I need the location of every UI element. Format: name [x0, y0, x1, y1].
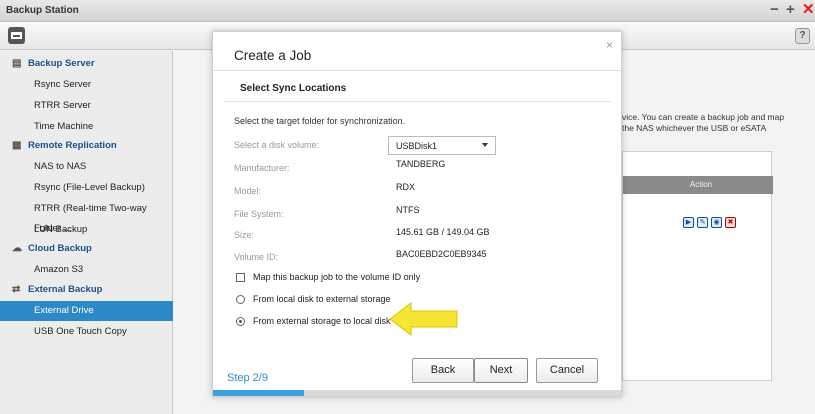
step-title: Select Sync Locations — [240, 83, 347, 94]
map-volume-id-checkbox[interactable] — [236, 273, 245, 282]
step-description: Select the target folder for synchroniza… — [234, 116, 406, 126]
filesystem-value: NTFS — [396, 205, 420, 215]
manufacturer-value: TANDBERG — [396, 159, 446, 169]
radio-external-to-local-label[interactable]: From external storage to local disk — [253, 316, 391, 326]
volume-id-value: BAC0EBD2C0EB9345 — [396, 249, 487, 259]
wizard-progress-fill — [213, 390, 304, 396]
divider — [213, 70, 621, 71]
close-icon[interactable]: × — [606, 38, 613, 52]
radio-local-to-external[interactable] — [236, 295, 245, 304]
window-title: Backup Station — [6, 5, 79, 16]
view-icon[interactable]: ◉ — [711, 217, 722, 228]
window-titlebar: Backup Station − + ✕ — [0, 0, 815, 22]
radio-external-to-local[interactable] — [236, 317, 245, 326]
size-label: Size: — [234, 230, 255, 240]
edit-icon[interactable]: ✎ — [697, 217, 708, 228]
action-column-header: Action — [623, 176, 773, 194]
disk-volume-label: Select a disk volume: — [234, 140, 320, 150]
step-indicator: Step 2/9 — [227, 372, 268, 384]
menu-icon — [11, 32, 22, 39]
disk-volume-value: USBDisk1 — [396, 141, 438, 151]
model-value: RDX — [396, 182, 416, 192]
cloud-icon: ☁ — [12, 243, 22, 254]
sidebar-item-amazon-s3[interactable]: Amazon S3 — [0, 260, 173, 280]
volume-id-label: Volume ID: — [234, 252, 279, 262]
sidebar-item-rtrr[interactable]: RTRR (Real-time Two-way Folder ... — [0, 199, 173, 234]
model-label: Model: — [234, 186, 262, 196]
disk-volume-select[interactable]: USBDisk1 — [388, 136, 496, 155]
create-job-dialog: Create a Job × Select Sync Locations Sel… — [212, 31, 622, 397]
maximize-icon[interactable]: + — [786, 2, 795, 17]
size-value: 145.61 GB / 149.04 GB — [396, 227, 490, 237]
sidebar-header-backup-server[interactable]: ▤ Backup Server — [0, 54, 173, 74]
filesystem-label: File System: — [234, 209, 284, 219]
wizard-progress-bar — [213, 390, 621, 396]
sidebar-header-remote-replication[interactable]: ▦ Remote Replication — [0, 136, 173, 156]
delete-icon[interactable]: ✖ — [725, 217, 736, 228]
sidebar-item-nas-to-nas[interactable]: NAS to NAS — [0, 157, 173, 177]
dialog-title: Create a Job — [234, 48, 312, 63]
app-menu-button[interactable] — [8, 27, 25, 44]
sidebar-item-rsync-file-level[interactable]: Rsync (File-Level Backup) — [0, 178, 173, 198]
server-icon: ▤ — [12, 58, 22, 69]
start-icon[interactable]: ▶ — [683, 217, 694, 228]
table-row: ▶ ✎ ◉ ✖ — [623, 214, 751, 234]
sidebar-header-cloud-backup[interactable]: ☁ Cloud Backup — [0, 239, 173, 259]
sidebar-item-usb-one-touch-copy[interactable]: USB One Touch Copy — [0, 322, 173, 342]
sidebar-item-rtrr-server[interactable]: RTRR Server — [0, 96, 173, 116]
background-description: vice. You can create a backup job and ma… — [622, 112, 785, 133]
next-button[interactable]: Next — [474, 358, 528, 383]
sidebar-header-external-backup[interactable]: ⇄ External Backup — [0, 280, 173, 300]
map-volume-id-label[interactable]: Map this backup job to the volume ID onl… — [253, 272, 420, 282]
sidebar: ▤ Backup Server Rsync Server RTRR Server … — [0, 51, 173, 414]
help-button[interactable]: ? — [795, 28, 810, 44]
sidebar-item-time-machine[interactable]: Time Machine — [0, 117, 173, 137]
manufacturer-label: Manufacturer: — [234, 163, 290, 173]
sidebar-item-lun-backup[interactable]: LUN Backup — [0, 220, 173, 240]
close-window-icon[interactable]: ✕ — [802, 2, 815, 17]
chevron-down-icon — [482, 143, 488, 147]
sidebar-item-external-drive[interactable]: External Drive — [0, 301, 173, 321]
jobs-table: Action ▶ ✎ ◉ ✖ — [622, 151, 773, 381]
sidebar-item-rsync-server[interactable]: Rsync Server — [0, 75, 173, 95]
radio-local-to-external-label[interactable]: From local disk to external storage — [253, 294, 391, 304]
sync-icon: ⇄ — [12, 284, 21, 295]
divider — [223, 101, 611, 102]
cancel-button[interactable]: Cancel — [536, 358, 598, 383]
minimize-icon[interactable]: − — [770, 2, 779, 17]
back-button[interactable]: Back — [412, 358, 474, 383]
pointer-arrow-icon — [389, 302, 458, 336]
replication-icon: ▦ — [12, 140, 22, 151]
